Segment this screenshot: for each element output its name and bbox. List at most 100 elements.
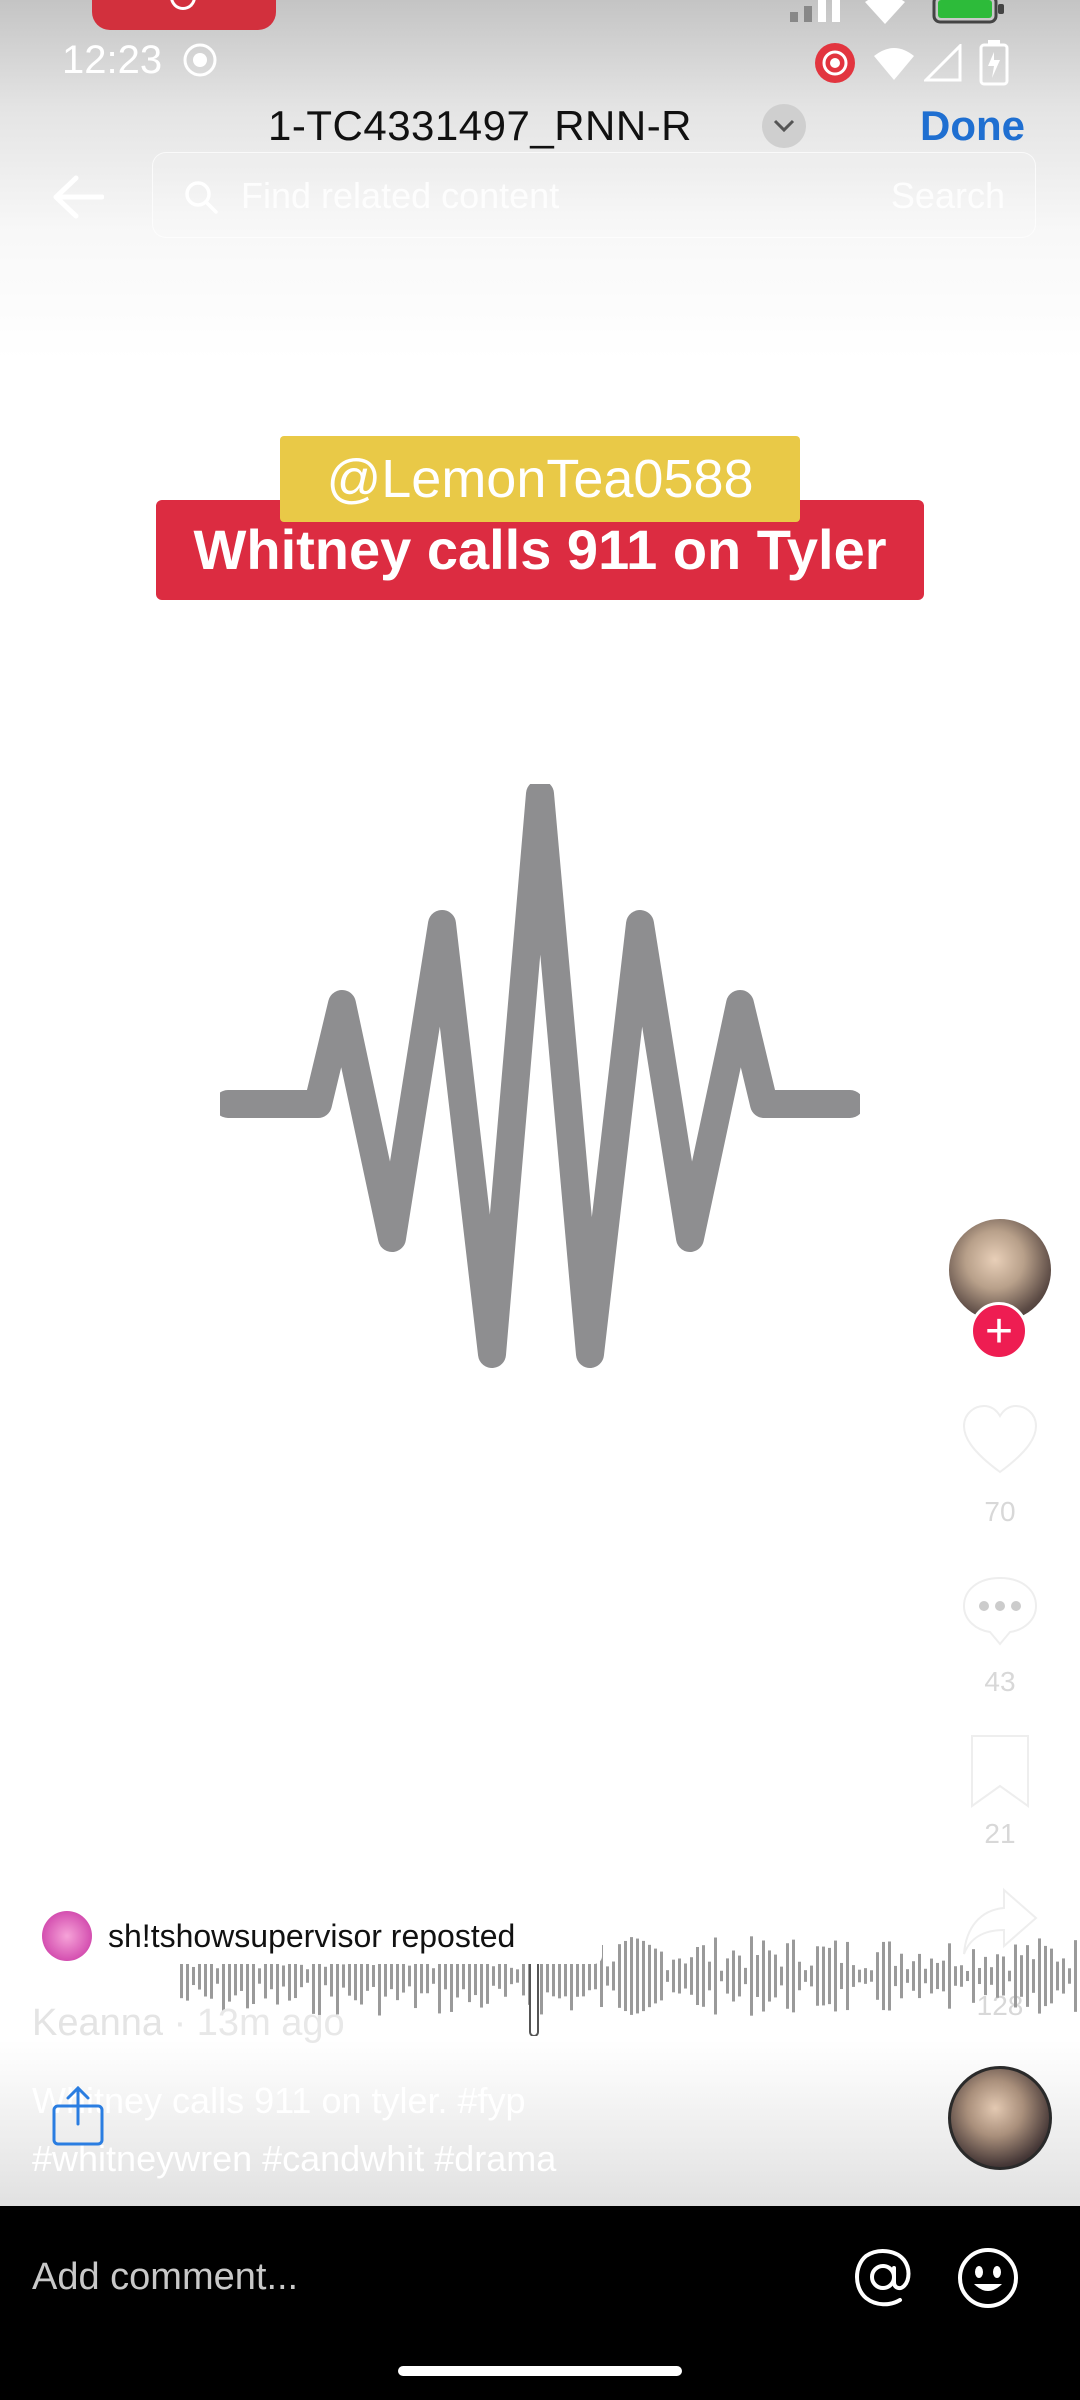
scrubber-bar [510,1967,513,1985]
comment-count: 43 [984,1666,1016,1697]
scrubber-bar [390,1962,393,1990]
scrubber-bar [972,1949,975,2003]
scrubber-bar [366,1961,369,1991]
scrubber-bar [258,1968,261,1984]
author-name[interactable]: Keanna [32,2002,163,2044]
caption-line-2[interactable]: #whitneywren #candwhit #drama [32,2138,556,2180]
scrubber-bar [888,1941,891,2011]
scrubber-bar [462,1962,465,1990]
scrubber-bar [1068,1968,1071,1984]
scrubber-bar [402,1959,405,1993]
scrubber-bar [798,1961,801,1991]
comment-bar: Add comment... [0,2206,1080,2400]
repost-badge[interactable]: sh!tshowsupervisor reposted [32,1906,602,1964]
caption-background [0,2040,1080,2208]
scrubber-bar [1038,1938,1041,2014]
title-bar: 1-TC4331497_RNN-R Done [0,98,1080,158]
chevron-down-icon [773,119,795,133]
scrubber-bar [1014,1944,1017,2008]
scrubber-bar [864,1968,867,1984]
scrubber-bar [714,1937,717,2015]
comment-icon[interactable] [960,1570,1040,1650]
scrubber-bar [300,1964,303,1988]
scrubber-bar [1020,1955,1023,1997]
record-icon [815,43,855,83]
scrubber-bar [984,1956,987,1996]
export-share-icon[interactable] [48,2084,108,2148]
repost-text: sh!tshowsupervisor reposted [108,1918,516,1954]
scrubber-bar [324,1966,327,1986]
scrubber-bar [492,1966,495,1986]
music-disc-avatar[interactable] [948,2066,1052,2170]
comment-input[interactable]: Add comment... [32,2256,298,2299]
scrubber-bar [816,1946,819,2006]
sound-wave-graphic [220,784,860,1368]
scrubber-bar [852,1965,855,1987]
side-action-bar: + 70 43 21 128 [940,1212,1060,2032]
scrubber-bar [516,1969,519,1983]
scrubber-bar [618,1944,621,2008]
bookmark-icon[interactable] [960,1732,1040,1812]
scrubber-bar [780,1966,783,1986]
scrubber-bar [894,1965,897,1987]
scrubber-bar [654,1948,657,2004]
home-indicator[interactable] [398,2366,682,2376]
status-bar: 12:23 [0,28,1080,98]
scrubber-bar [924,1968,927,1984]
scrubber-bar [702,1945,705,2007]
top-wifi-icon [865,0,905,24]
scrubber-bar [672,1959,675,1993]
search-input[interactable]: Find related content Search [152,152,1036,238]
scrubber-bar [750,1936,753,2016]
scrubber-bar [372,1965,375,1987]
scrubber-bar [942,1960,945,1992]
search-icon [185,181,218,214]
scrubber-bar [786,1943,789,2009]
scrubber-bar [666,1970,669,1982]
author-line[interactable]: Keanna · 13m ago [32,2002,345,2045]
reposter-avatar [42,1911,92,1961]
scrubber-bar [1026,1945,1029,2007]
at-icon[interactable] [852,2246,914,2308]
scrubber-bar [1008,1970,1011,1982]
scrubber-bar [918,1953,921,1999]
title-dropdown[interactable] [762,104,806,148]
scrubber-bar [828,1947,831,2005]
scrubber-bar [588,1961,591,1991]
scrubber-bar [1032,1959,1035,1993]
search-button[interactable]: Search [891,175,1005,217]
heart-icon[interactable] [960,1402,1040,1482]
scrubber-bar [708,1961,711,1991]
scrubber-bar [900,1953,903,1999]
scrubber-bar [936,1962,939,1990]
scrubber-bar [648,1944,651,2008]
emoji-icon[interactable] [956,2246,1020,2310]
search-row: Find related content Search [0,150,1080,242]
scrubber-bar [840,1962,843,1990]
back-arrow-icon[interactable] [52,174,104,220]
page-title[interactable]: 1-TC4331497_RNN-R [268,102,692,150]
screen-record-indicator[interactable] [92,0,276,30]
wifi-icon [874,48,914,80]
cast-icon [183,43,217,77]
scrubber-bar [270,1962,273,1990]
follow-button[interactable]: + [970,1302,1028,1360]
scrubber-bar [720,1970,723,1982]
scrubber-bar [636,1938,639,2014]
scrubber-bar [642,1940,645,2012]
scrubber-bar [630,1937,633,2015]
scrubber-bar [858,1969,861,1983]
scrubber-bar [846,1941,849,2011]
scrubber-bar [744,1967,747,1985]
scrubber-bar [882,1941,885,2011]
scrubber-bar [408,1965,411,1987]
status-time: 12:23 [62,38,163,82]
scrubber-bar [996,1954,999,1998]
scrubber-bar [444,1962,447,1990]
scrubber-bar [498,1963,501,1989]
scrubber-bar [306,1969,309,1983]
done-button[interactable]: Done [920,102,1025,150]
scrubber-bar [810,1965,813,1987]
scrubber-bar [822,1946,825,2006]
scrubber-bar [594,1962,597,1990]
